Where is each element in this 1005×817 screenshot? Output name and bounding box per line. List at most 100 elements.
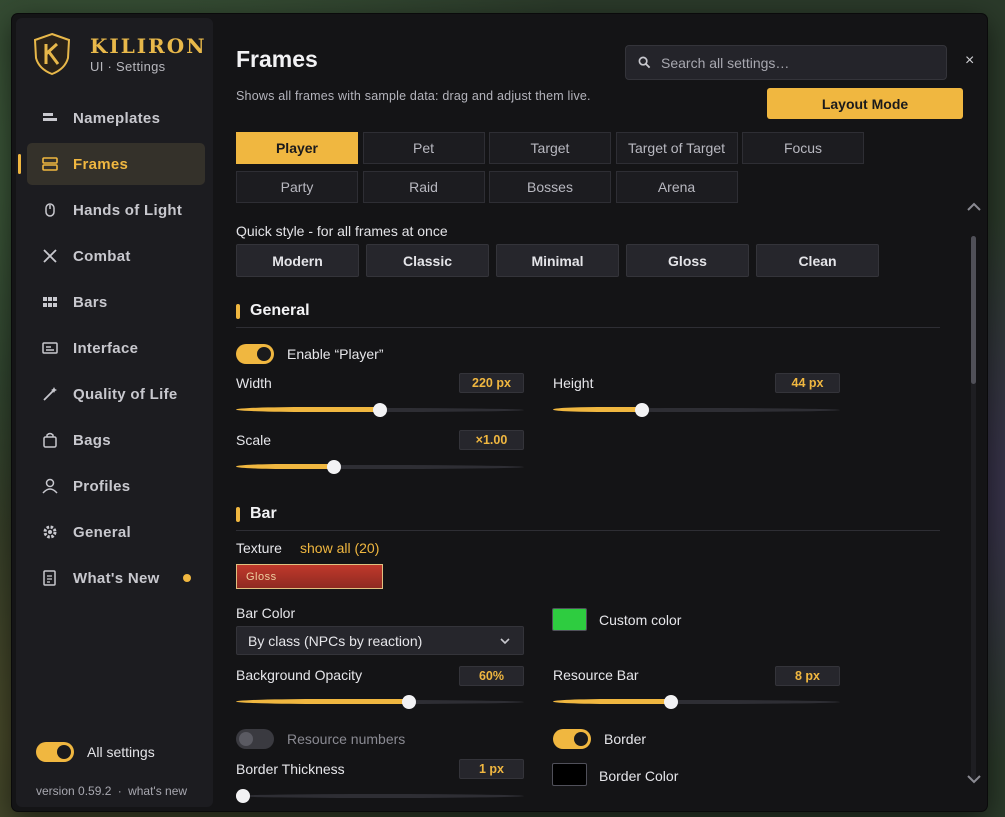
scale-slider[interactable] [236,459,524,475]
sidebar-item-frames[interactable]: Frames [18,143,205,185]
texture-swatch[interactable]: Gloss [236,564,383,589]
sidebar-item-bags[interactable]: Bags [27,419,205,461]
width-label: Width [236,375,272,391]
border-label: Border [604,731,647,747]
sidebar-item-hands-of-light[interactable]: Hands of Light [27,189,205,231]
slider-thumb[interactable] [401,695,416,709]
tab-target-of-target[interactable]: Target of Target [615,132,738,164]
sidebar-item-quality-of-life[interactable]: Quality of Life [27,373,205,415]
grid-icon [41,293,59,311]
quick-style-gloss-button[interactable]: Gloss [626,244,749,277]
sidebar-item-label: What's New [73,569,160,587]
sidebar-item-profiles[interactable]: Profiles [27,465,205,507]
brand: KILIRON UI · Settings [32,32,212,92]
whats-new-link[interactable]: what's new [128,784,187,798]
bar-color-select[interactable]: By class (NPCs by reaction) [236,626,524,655]
slider-fill [236,464,334,469]
border-color-swatch[interactable] [552,763,587,786]
layout-mode-button[interactable]: Layout Mode [767,88,963,119]
enable-player-toggle[interactable] [236,344,274,364]
tab-player[interactable]: Player [236,132,358,164]
height-label: Height [553,375,594,391]
sidebar-item-label: Hands of Light [73,201,183,219]
background-opacity-label: Background Opacity [236,667,363,683]
sidebar-item-nameplates[interactable]: Nameplates [27,97,205,139]
main-panel: Frames Shows all frames with sample data… [236,28,986,808]
sidebar-item-what-s-new[interactable]: What's New [27,557,205,599]
slider-fill [236,407,380,412]
scroll-thumb[interactable] [971,236,976,384]
section-general-heading: General [236,302,310,320]
slider-thumb[interactable] [373,403,387,417]
border-thickness-label: Border Thickness [236,761,345,777]
chevron-down-icon[interactable] [965,772,983,786]
tab-focus[interactable]: Focus [742,132,864,164]
custom-color-swatch[interactable] [552,608,587,631]
scrollbar[interactable] [965,202,983,814]
mouse-icon [41,201,59,219]
resource-bar-slider[interactable] [553,694,840,710]
resource-numbers-row: Resource numbers [236,729,405,749]
sidebar-item-combat[interactable]: Combat [27,235,205,277]
scale-value[interactable]: ×1.00 [459,430,524,450]
slider-fill [236,699,409,704]
background-opacity-value[interactable]: 60% [459,666,524,686]
resource-bar-value[interactable]: 8 px [775,666,840,686]
tab-raid[interactable]: Raid [362,171,485,203]
sidebar-item-interface[interactable]: Interface [27,327,205,369]
custom-color-label: Custom color [599,612,682,628]
search-box[interactable] [625,45,947,80]
version-separator: · [117,784,122,798]
resource-numbers-toggle[interactable] [236,729,274,749]
show-all-textures-link[interactable]: show all (20) [300,540,379,556]
scale-label: Scale [236,432,272,448]
sidebar-item-bars[interactable]: Bars [27,281,205,323]
interface-icon [41,339,59,357]
quick-style-classic-button[interactable]: Classic [366,244,489,277]
crossed-swords-icon [41,247,59,265]
tab-party[interactable]: Party [236,171,358,203]
slider-thumb[interactable] [634,403,649,417]
search-input[interactable] [661,54,931,71]
quick-style-minimal-button[interactable]: Minimal [496,244,619,277]
sidebar-item-label: Bags [73,431,111,449]
tab-target[interactable]: Target [489,132,611,164]
enable-player-row: Enable “Player” [236,344,384,364]
quick-style-modern-button[interactable]: Modern [236,244,359,277]
sidebar: KILIRON UI · Settings Nameplates Frames Ha… [16,18,213,807]
border-thickness-value[interactable]: 1 px [459,759,524,779]
chevron-up-icon[interactable] [965,200,983,214]
border-row: Border [553,729,646,749]
quick-style-label: Quick style - for all frames at once [236,223,448,239]
chevron-down-icon [500,638,510,645]
slider-thumb[interactable] [236,789,250,803]
border-toggle[interactable] [553,729,591,749]
background-opacity-slider[interactable] [236,694,524,710]
sidebar-item-label: Frames [73,155,129,173]
version-line: version 0.59.2 · what's new [36,784,187,798]
slider-fill [553,407,642,412]
slider-track [236,794,524,798]
height-slider[interactable] [553,402,840,418]
tab-bosses[interactable]: Bosses [489,171,611,203]
tab-pet[interactable]: Pet [362,132,485,164]
resource-numbers-label: Resource numbers [287,731,406,747]
magic-wand-icon [41,385,59,403]
tab-arena[interactable]: Arena [615,171,738,203]
width-slider[interactable] [236,402,524,418]
close-button[interactable]: × [965,52,974,70]
border-thickness-slider[interactable] [236,788,524,804]
sidebar-item-general[interactable]: General [27,511,205,553]
width-value[interactable]: 220 px [459,373,524,393]
quick-style-clean-button[interactable]: Clean [756,244,879,277]
slider-thumb[interactable] [326,460,341,474]
slider-thumb[interactable] [663,695,678,709]
height-value[interactable]: 44 px [775,373,840,393]
sidebar-item-label: General [73,523,131,541]
all-settings-toggle[interactable] [36,742,74,762]
settings-window: KILIRON UI · Settings Nameplates Frames Ha… [12,14,987,811]
section-general-title: General [250,302,310,319]
bar-color-label: Bar Color [236,605,296,621]
bag-icon [41,431,59,449]
new-badge-dot [183,574,191,582]
